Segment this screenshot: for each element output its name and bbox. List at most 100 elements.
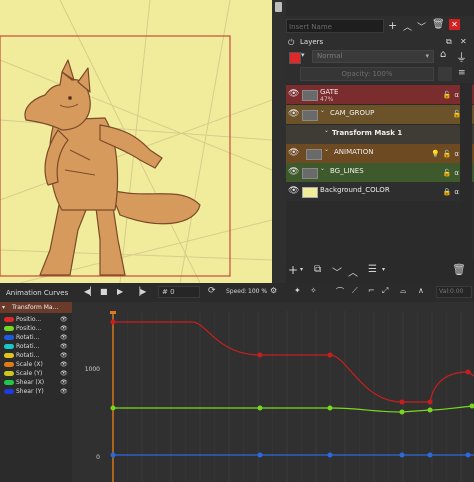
speed-dropdown-icon[interactable]: ⚙ <box>270 286 277 295</box>
layer-row-gate[interactable]: 👁 GATE 47% 🔓αⓧ <box>286 85 474 104</box>
expand-icon[interactable]: ⌄ <box>324 146 329 153</box>
constant-interp-icon[interactable]: ⌐ <box>368 286 375 295</box>
curve-graph[interactable]: 1000 0 <box>72 302 474 482</box>
canvas-viewport[interactable] <box>0 0 272 283</box>
canvas-vertical-scrollbar[interactable] <box>272 0 286 283</box>
add-icon[interactable]: + <box>388 19 397 32</box>
expand-icon[interactable]: ⌄ <box>320 165 325 172</box>
blue-keyframe[interactable] <box>427 452 433 458</box>
close-docker-icon[interactable]: ✕ <box>460 37 467 46</box>
chevron-up-icon[interactable]: ︿ <box>403 20 412 33</box>
green-keyframe[interactable] <box>257 405 263 411</box>
frame-input[interactable]: # 0 <box>158 286 200 298</box>
filter-icon[interactable]: ⏚ <box>456 49 467 65</box>
visibility-eye-icon[interactable]: 👁 <box>60 361 68 368</box>
layer-row-bg-lines[interactable]: 👁 ⌄ BG_LINES 🔓αⓧ <box>286 163 474 182</box>
red-keyframe[interactable] <box>110 319 116 325</box>
red-keyframe[interactable] <box>327 352 333 358</box>
add-keyframe-icon[interactable]: ✦ <box>294 286 301 295</box>
play-icon[interactable]: ▶ <box>117 287 123 296</box>
close-red-icon[interactable]: ✕ <box>449 19 460 30</box>
channel-item[interactable]: Scale (X) 👁 <box>4 361 68 370</box>
red-keyframe[interactable] <box>465 369 471 375</box>
previous-keyframe-icon[interactable]: ◀▏ <box>84 287 96 296</box>
green-keyframe[interactable] <box>327 405 333 411</box>
blend-mode-select[interactable]: Normal ▾ <box>312 50 434 63</box>
channel-item[interactable]: Positio... 👁 <box>4 325 68 334</box>
chevron-down-icon[interactable]: ﹀ <box>417 20 426 33</box>
layer-row-animation[interactable]: 👁 ⌄ ANIMATION 💡🔓αⓧ <box>286 144 474 163</box>
visibility-eye-icon[interactable]: 👁 <box>60 343 68 350</box>
visibility-eye-icon[interactable]: 👁 <box>288 109 299 119</box>
visibility-eye-icon[interactable]: 👁 <box>288 148 299 158</box>
green-keyframe[interactable] <box>427 407 433 413</box>
layer-properties-icon[interactable]: ☰ <box>368 264 377 275</box>
menu-icon[interactable]: ≡ <box>458 68 466 78</box>
visibility-eye-icon[interactable]: 👁 <box>60 352 68 359</box>
value-input[interactable]: Val:0.00 <box>436 286 472 298</box>
green-keyframe[interactable] <box>469 403 474 409</box>
layer-properties-icon[interactable]: ⌂ <box>440 49 446 60</box>
curve-graph-svg[interactable]: 1000 0 <box>72 302 474 482</box>
green-keyframe[interactable] <box>399 409 405 415</box>
visibility-eye-icon[interactable]: 👁 <box>60 316 68 323</box>
scrollbar-thumb[interactable] <box>275 2 282 12</box>
red-keyframe[interactable] <box>399 399 405 405</box>
visibility-eye-icon[interactable]: 👁 <box>288 167 299 177</box>
opacity-slider[interactable]: Opacity: 100% <box>300 67 434 81</box>
expand-icon[interactable]: ⌄ <box>320 107 325 114</box>
broken-tangent-icon[interactable]: ∧ <box>418 286 424 295</box>
visibility-eye-icon[interactable]: 👁 <box>288 89 299 99</box>
blue-keyframe[interactable] <box>327 452 333 458</box>
blue-keyframe[interactable] <box>110 452 116 458</box>
channel-item[interactable]: Rotati... 👁 <box>4 352 68 361</box>
channel-item[interactable]: Shear (X) 👁 <box>4 379 68 388</box>
green-keyframe[interactable] <box>110 405 116 411</box>
add-layer-icon[interactable]: + <box>288 263 298 277</box>
visibility-eye-icon[interactable]: 👁 <box>60 388 68 395</box>
layer-row-cam-group[interactable]: 👁 ⌄ CAM_GROUP 🔓α <box>286 105 474 124</box>
visibility-eye-icon[interactable]: 👁 <box>60 379 68 386</box>
visibility-eye-icon[interactable]: 👁 <box>60 325 68 332</box>
color-label-swatch[interactable] <box>289 52 301 64</box>
float-icon[interactable]: ⧉ <box>446 37 452 47</box>
speed-value[interactable]: 100 % <box>248 288 267 295</box>
layer-row-transform-mask[interactable]: ⌄ Transform Mask 1 <box>286 125 474 144</box>
channel-item[interactable]: Scale (Y) 👁 <box>4 370 68 379</box>
delete-layer-icon[interactable]: 🗑 <box>452 263 466 276</box>
dropdown-arrow-icon[interactable]: ▾ <box>300 266 303 273</box>
layer-list-scrollbar[interactable] <box>460 83 472 258</box>
layer-row-background-color[interactable]: 👁 Background_COLOR 🔒αⓧ <box>286 182 474 201</box>
red-keyframe[interactable] <box>427 399 433 405</box>
visibility-eye-icon[interactable]: 👁 <box>60 334 68 341</box>
linear-interp-icon[interactable]: ⟋ <box>352 286 358 296</box>
stop-icon[interactable]: ■ <box>100 287 108 296</box>
blue-keyframe[interactable] <box>257 452 263 458</box>
channel-color-swatch <box>4 371 14 376</box>
expand-icon[interactable]: ▾ <box>2 304 5 311</box>
visibility-eye-icon[interactable]: 👁 <box>60 370 68 377</box>
red-keyframe[interactable] <box>257 352 263 358</box>
channel-item[interactable]: Shear (Y) 👁 <box>4 388 68 397</box>
blue-keyframe[interactable] <box>465 452 471 458</box>
loop-toggle-icon[interactable]: ⟳ <box>208 286 216 296</box>
remove-keyframe-icon[interactable]: ✧ <box>310 286 317 295</box>
opacity-spin[interactable] <box>438 67 452 81</box>
next-keyframe-icon[interactable]: ▕▶ <box>134 287 146 296</box>
channel-item[interactable]: Rotati... 👁 <box>4 343 68 352</box>
duplicate-layer-icon[interactable]: ⧉ <box>314 264 321 275</box>
insert-name-input[interactable]: Insert Name <box>286 19 384 33</box>
dropdown-arrow-icon[interactable]: ▾ <box>301 51 305 59</box>
blue-keyframe[interactable] <box>399 452 405 458</box>
channel-item[interactable]: Rotati... 👁 <box>4 334 68 343</box>
visibility-eye-icon[interactable]: 👁 <box>288 186 299 196</box>
channel-item[interactable]: Positio... 👁 <box>4 316 68 325</box>
smooth-interp-icon[interactable]: ⌒ <box>336 286 344 297</box>
move-up-icon[interactable]: ︿ <box>348 264 358 279</box>
delete-icon[interactable]: 🗑 <box>432 19 445 30</box>
move-down-icon[interactable]: ﹀ <box>332 264 342 279</box>
dropdown-arrow-icon[interactable]: ▾ <box>382 266 385 273</box>
channel-group-row[interactable]: ▾ Transform Ma... <box>0 302 72 313</box>
sharp-tangent-icon[interactable]: ⤢ <box>382 286 388 296</box>
smooth-tangent-icon[interactable]: ⌓ <box>400 286 406 296</box>
